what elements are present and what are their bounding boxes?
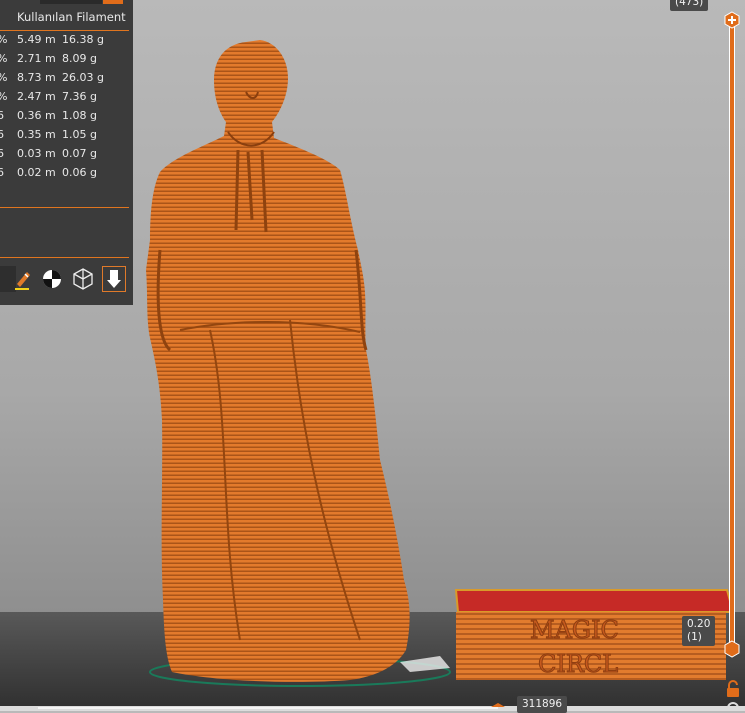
paint-brush-icon[interactable] [11, 266, 35, 292]
stats-row: % 8.73 m 26.03 g [0, 71, 129, 89]
horizontal-slider-handle[interactable] [489, 702, 507, 711]
seam-icon[interactable] [40, 266, 64, 292]
row-length: 2.47 m [17, 90, 56, 103]
row-percent: % [0, 90, 7, 103]
row-percent: 6 [0, 128, 4, 141]
row-percent: % [0, 71, 7, 84]
filament-header: Kullanılan Filament [17, 10, 126, 24]
export-icon[interactable] [102, 266, 126, 292]
row-percent: 6 [0, 109, 4, 122]
row-weight: 1.08 g [62, 109, 97, 122]
top-layer-tooltip: (473) [670, 0, 709, 11]
section-divider [0, 257, 129, 258]
stats-row: 6 0.36 m 1.08 g [0, 109, 129, 127]
row-weight: 0.06 g [62, 166, 97, 179]
panel-tab-active[interactable] [103, 0, 123, 4]
row-length: 0.36 m [17, 109, 56, 122]
row-weight: 26.03 g [62, 71, 104, 84]
moves-counter-tooltip: 311896 [517, 696, 568, 713]
lock-icon[interactable] [725, 680, 741, 698]
stats-row: 6 0.35 m 1.05 g [0, 128, 129, 146]
row-percent: 6 [0, 147, 4, 160]
figure-model[interactable] [146, 40, 410, 682]
bottom-layer-tooltip: 0.20 (1) [682, 616, 716, 646]
stats-row: 6 0.02 m 0.06 g [0, 166, 129, 184]
row-weight: 1.05 g [62, 128, 97, 141]
row-length: 8.73 m [17, 71, 56, 84]
row-weight: 16.38 g [62, 33, 104, 46]
row-length: 0.35 m [17, 128, 56, 141]
top-layer-number: (473) [675, 0, 704, 8]
section-divider [0, 207, 129, 208]
cube-wireframe-icon[interactable] [71, 266, 95, 292]
filament-stats-panel: Kullanılan Filament % 5.49 m 16.38 g % 2… [0, 0, 133, 305]
header-divider [0, 30, 129, 31]
row-percent: 6 [0, 166, 4, 179]
layer-slider-track[interactable] [729, 20, 735, 650]
bottom-toolbar [0, 266, 130, 294]
bottom-height-value: 0.20 [687, 618, 711, 630]
row-weight: 0.07 g [62, 147, 97, 160]
row-weight: 7.36 g [62, 90, 97, 103]
horizontal-slider-track [38, 707, 498, 709]
box-text-line1: MAGIC [530, 616, 619, 644]
row-length: 2.71 m [17, 52, 56, 65]
row-length: 5.49 m [17, 33, 56, 46]
panel-tab [40, 0, 102, 4]
row-length: 0.03 m [17, 147, 56, 160]
row-percent: % [0, 52, 7, 65]
bottom-layer-number: (1) [687, 631, 702, 643]
row-length: 0.02 m [17, 166, 56, 179]
stats-row: % 2.71 m 8.09 g [0, 52, 129, 70]
stats-row: % 5.49 m 16.38 g [0, 33, 129, 51]
stats-row: % 2.47 m 7.36 g [0, 90, 129, 108]
stats-row: 6 0.03 m 0.07 g [0, 147, 129, 165]
bottom-layer-handle[interactable] [723, 640, 741, 658]
top-layer-handle[interactable] [723, 11, 741, 29]
box-text-line2: CIRCL [538, 650, 618, 678]
row-weight: 8.09 g [62, 52, 97, 65]
row-percent: % [0, 33, 7, 46]
